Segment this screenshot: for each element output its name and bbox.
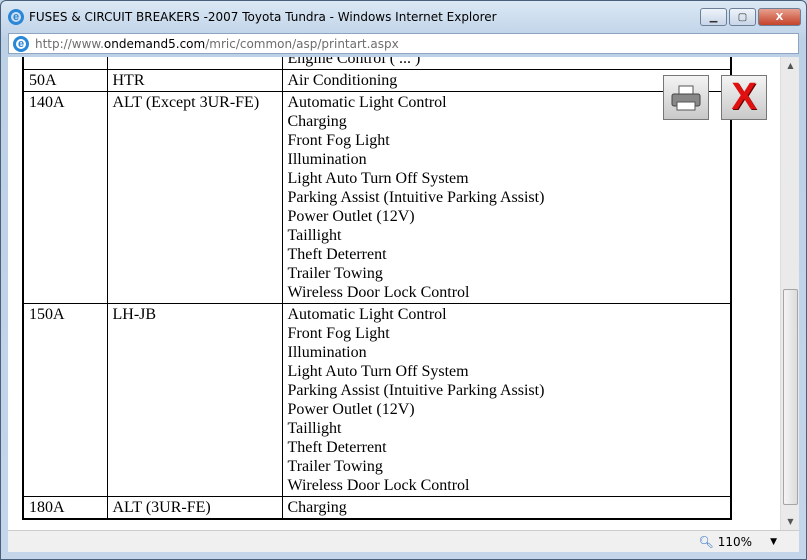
close-button[interactable]: X xyxy=(721,75,767,120)
circuit-item: Air Conditioning xyxy=(287,72,398,89)
circuit-item: Wireless Door Lock Control xyxy=(287,284,470,301)
status-bar: 🔍︎ 110% ▼ xyxy=(8,530,799,552)
circuit-item: Trailer Towing xyxy=(287,458,383,475)
circuits-cell: Automatic Light Control Charging Front Fog… xyxy=(281,91,732,304)
circuit-item: Power Outlet (12V) xyxy=(287,208,415,225)
circuit-item: Front Fog Light xyxy=(287,325,390,342)
fuse-name: HTR xyxy=(106,69,283,92)
circuit-item: Charging xyxy=(287,499,347,516)
circuit-item: Charging xyxy=(287,113,347,130)
page-content: Engine Control ( ... ) 50A HTR Air Conditio… xyxy=(8,57,780,530)
url: http://www.ondemand5.com/mric/common/asp… xyxy=(35,36,399,51)
circuits-cell: Engine Control ( ... ) xyxy=(281,57,732,70)
table-row: 180A ALT (3UR-FE) Charging xyxy=(22,496,732,520)
table-row: Engine Control ( ... ) xyxy=(22,57,732,70)
chevron-down-icon[interactable]: ▼ xyxy=(770,537,777,547)
table-row: 150A LH-JB Automatic Light Control Front Fo… xyxy=(22,303,732,497)
window-title: FUSES & CIRCUIT BREAKERS -2007 Toyota Tu… xyxy=(29,10,497,24)
fuse-amperage xyxy=(22,57,108,70)
table-row: 50A HTR Air Conditioning xyxy=(22,69,732,92)
circuit-item: Theft Deterrent xyxy=(287,439,387,456)
fuse-name: ALT (Except 3UR-FE) xyxy=(106,91,283,304)
address-bar[interactable]: e http://www.ondemand5.com/mric/common/a… xyxy=(8,33,799,54)
fuse-amperage: 150A xyxy=(22,303,108,497)
fuse-table: Engine Control ( ... ) 50A HTR Air Conditio… xyxy=(22,57,732,520)
circuits-cell: Charging xyxy=(281,496,732,520)
printer-icon xyxy=(671,85,701,110)
circuits-cell: Automatic Light Control Front Fog Light Il… xyxy=(281,303,732,497)
fuse-name: ALT (3UR-FE) xyxy=(106,496,283,520)
circuit-item: Illumination xyxy=(287,151,367,168)
fuse-amperage: 180A xyxy=(22,496,108,520)
circuit-item: Parking Assist (Intuitive Parking Assist… xyxy=(287,189,545,206)
zoom-control[interactable]: 🔍︎ 110% ▼ xyxy=(699,535,777,549)
circuit-item: Parking Assist (Intuitive Parking Assist… xyxy=(287,382,545,399)
circuit-item: Front Fog Light xyxy=(287,132,390,149)
table-row: 140A ALT (Except 3UR-FE) Automatic Light C… xyxy=(22,91,732,304)
circuit-item: Illumination xyxy=(287,344,367,361)
fuse-name: LH-JB xyxy=(106,303,283,497)
red-x-icon: X xyxy=(731,76,757,118)
minimize-button[interactable]: ▁ xyxy=(700,8,727,26)
circuit-item: Automatic Light Control xyxy=(287,306,447,323)
scroll-down-arrow[interactable]: ▼ xyxy=(781,513,800,530)
close-window-button[interactable]: X xyxy=(758,8,801,26)
maximize-button[interactable]: ▢ xyxy=(729,8,756,26)
circuit-item: Light Auto Turn Off System xyxy=(287,363,469,380)
circuit-item: Theft Deterrent xyxy=(287,246,387,263)
vertical-scrollbar[interactable]: ▲ ▼ xyxy=(780,57,799,530)
circuit-item: Engine Control ( ... ) xyxy=(287,57,421,67)
ie-page-icon: e xyxy=(13,35,29,52)
zoom-icon: 🔍︎ xyxy=(698,535,714,549)
circuit-item: Power Outlet (12V) xyxy=(287,401,415,418)
circuit-item: Automatic Light Control xyxy=(287,94,447,111)
scroll-thumb[interactable] xyxy=(783,289,798,505)
circuit-item: Taillight xyxy=(287,227,342,244)
fuse-name xyxy=(106,57,283,70)
fuse-amperage: 140A xyxy=(22,91,108,304)
ie-icon: e xyxy=(8,9,24,25)
zoom-level: 110% xyxy=(717,535,753,549)
print-button[interactable] xyxy=(663,75,709,120)
title-bar: e FUSES & CIRCUIT BREAKERS -2007 Toyota … xyxy=(8,9,497,25)
circuit-item: Taillight xyxy=(287,420,342,437)
circuit-item: Trailer Towing xyxy=(287,265,383,282)
scroll-up-arrow[interactable]: ▲ xyxy=(781,57,800,74)
circuit-item: Wireless Door Lock Control xyxy=(287,477,470,494)
fuse-amperage: 50A xyxy=(22,69,108,92)
circuit-item: Light Auto Turn Off System xyxy=(287,170,469,187)
